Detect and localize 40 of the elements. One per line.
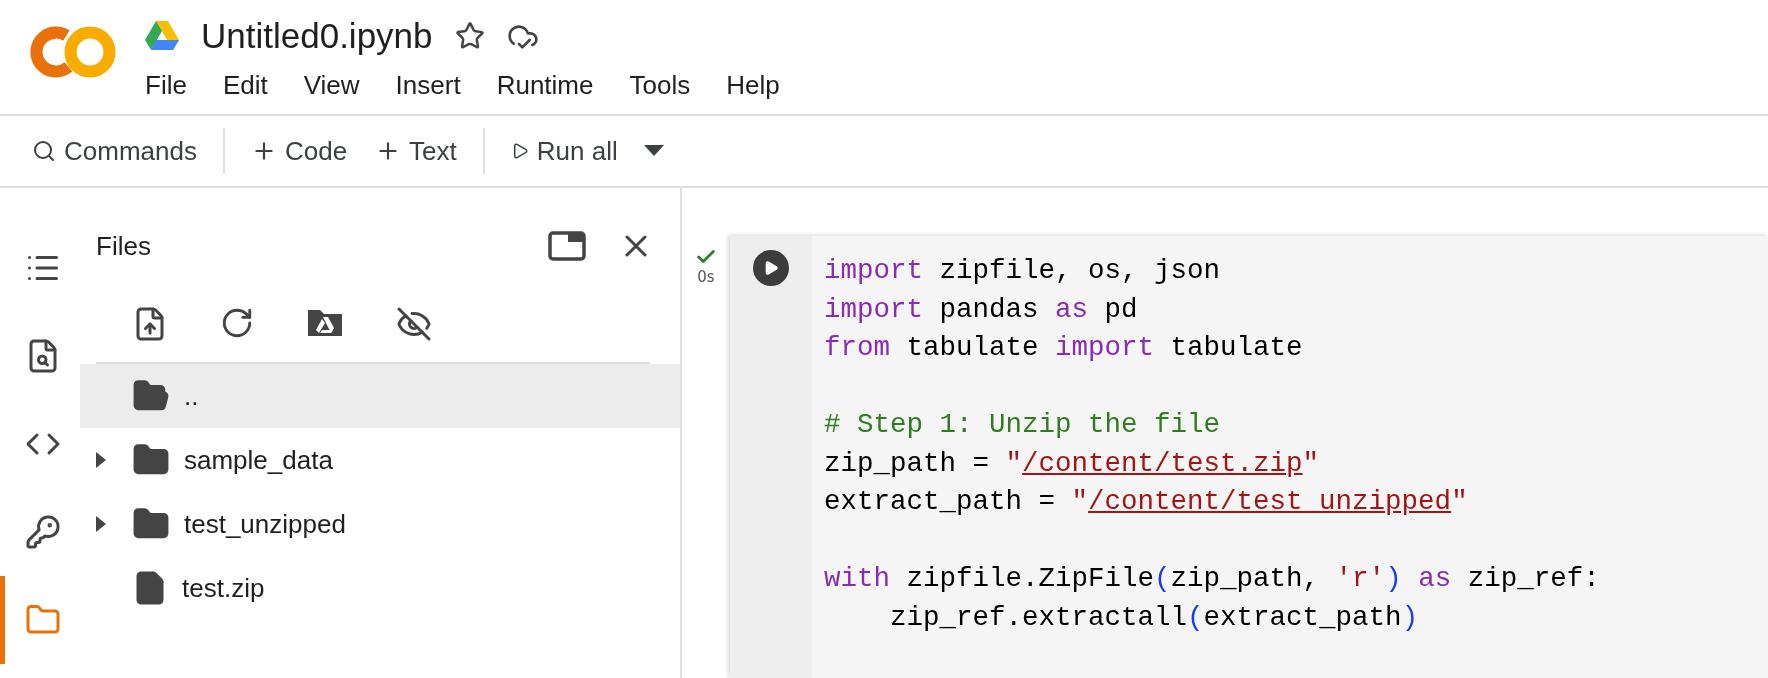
file-name: sample_data — [184, 444, 333, 476]
file-row[interactable]: test_unzipped — [80, 492, 680, 556]
file-name: test.zip — [182, 572, 265, 604]
code-line: with zipfile.ZipFile(zip_path, 'r') as zip_ref: — [824, 562, 1600, 596]
add-text-button[interactable]: Text — [361, 127, 471, 175]
expand-caret-icon[interactable] — [94, 514, 108, 534]
expand-caret-icon[interactable] — [94, 450, 108, 470]
file-row[interactable]: test.zip — [80, 556, 680, 620]
add-code-button[interactable]: Code — [236, 127, 362, 175]
file-name: test_unzipped — [184, 508, 346, 540]
code-line: extract_path = "/content/test_unzipped" — [824, 485, 1469, 519]
code-line: zip_path = "/content/test.zip" — [824, 446, 1321, 481]
star-icon[interactable] — [454, 21, 485, 51]
search-icon — [32, 139, 56, 163]
logo-icon — [29, 24, 116, 80]
play-icon — [763, 260, 779, 276]
menu-item[interactable]: View — [289, 66, 374, 105]
file-row[interactable]: sample_data — [80, 428, 680, 492]
menu-item[interactable]: Edit — [208, 66, 282, 105]
menu-item[interactable]: Insert — [381, 66, 475, 105]
code-cell[interactable] — [730, 236, 1768, 678]
commands-button[interactable]: Commands — [18, 127, 211, 175]
drive-icon — [145, 21, 179, 51]
run-cell-button[interactable] — [753, 250, 789, 286]
panel-title: Files — [96, 230, 152, 262]
code-line: import zipfile, os, json — [824, 254, 1222, 288]
code-line: zip_ref.extractall(extract_path) — [889, 600, 1420, 635]
dropdown-caret-icon[interactable] — [643, 145, 664, 157]
run-time: 0s — [697, 268, 715, 286]
notebook-title[interactable]: Untitled0.ipynb — [201, 16, 433, 56]
code-line: # Step 1: Unzip the file — [824, 408, 1222, 442]
menu-item[interactable]: Help — [712, 66, 794, 105]
code-line: from tabulate import tabulate — [824, 331, 1304, 365]
code-line: import pandas as pd — [824, 292, 1139, 327]
run-all-button[interactable]: Run all — [496, 127, 632, 175]
menu-item[interactable]: Runtime — [482, 66, 608, 105]
menu-item[interactable]: Tools — [615, 66, 705, 105]
menu-item[interactable]: File — [145, 66, 201, 105]
file-name: .. — [184, 380, 199, 412]
file-row[interactable]: .. — [80, 364, 680, 428]
